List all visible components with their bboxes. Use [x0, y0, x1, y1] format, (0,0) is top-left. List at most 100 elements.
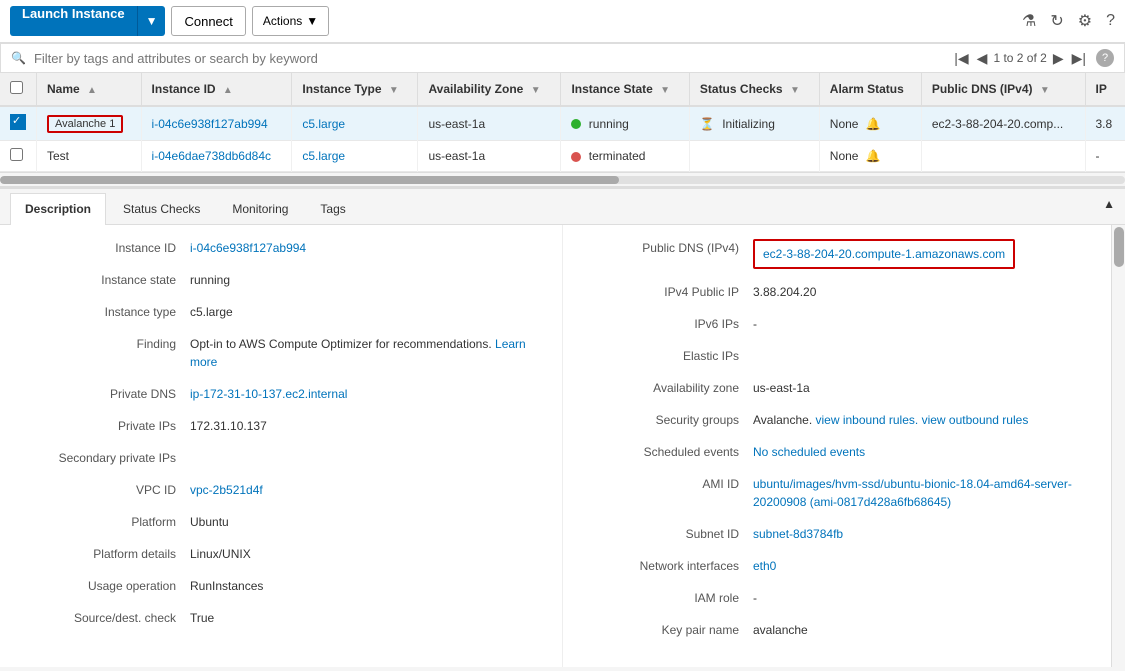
col-public-dns[interactable]: Public DNS (IPv4) ▼: [921, 73, 1085, 106]
detail-ipv6-row: IPv6 IPs -: [583, 315, 1105, 333]
source-dest-value: True: [190, 609, 542, 627]
detail-iam-role-row: IAM role -: [583, 589, 1105, 607]
col-instance-id[interactable]: Instance ID ▲: [141, 73, 292, 106]
settings-icon[interactable]: ⚙: [1078, 11, 1092, 31]
horizontal-scrollbar[interactable]: [0, 173, 1125, 187]
row-checkbox-1[interactable]: [0, 106, 37, 141]
row-type-2: c5.large: [292, 141, 418, 172]
public-dns-link[interactable]: ec2-3-88-204-20.compute-1.amazonaws.com: [763, 247, 1005, 261]
launch-instance-dropdown[interactable]: ▼: [138, 6, 166, 36]
detail-content: Instance ID i-04c6e938f127ab994 Instance…: [0, 225, 1125, 667]
security-outbound-link[interactable]: view outbound rules: [922, 413, 1029, 427]
row-name-2[interactable]: Test: [37, 141, 142, 172]
name-badge-1: Avalanche 1: [47, 115, 123, 133]
instance-type-link-1[interactable]: c5.large: [302, 117, 345, 131]
private-dns-link[interactable]: ip-172-31-10-137.ec2.internal: [190, 387, 347, 401]
public-dns-value: ec2-3-88-204-20.compute-1.amazonaws.com: [753, 239, 1105, 269]
search-input[interactable]: [34, 51, 944, 66]
page-prev-button[interactable]: ◀: [975, 50, 990, 67]
platform-value: Ubuntu: [190, 513, 542, 531]
search-help-icon[interactable]: ?: [1096, 49, 1114, 67]
search-bar: 🔍 |◀ ◀ 1 to 2 of 2 ▶ ▶| ?: [0, 43, 1125, 73]
vpc-id-link[interactable]: vpc-2b521d4f: [190, 483, 263, 497]
ipv6-label: IPv6 IPs: [583, 315, 753, 333]
ipv4-value: 3.88.204.20: [753, 283, 1105, 301]
row-instance-id-1[interactable]: i-04c6e938f127ab994: [141, 106, 292, 141]
iam-role-label: IAM role: [583, 589, 753, 607]
ami-id-label: AMI ID: [583, 475, 753, 493]
row-checkbox-2[interactable]: [0, 141, 37, 172]
alarm-icon-1: 🔔: [866, 117, 881, 131]
col-status-checks[interactable]: Status Checks ▼: [689, 73, 819, 106]
page-first-button[interactable]: |◀: [952, 50, 970, 67]
network-interfaces-link[interactable]: eth0: [753, 559, 776, 573]
tab-description[interactable]: Description: [10, 193, 106, 225]
col-ip[interactable]: IP: [1085, 73, 1125, 106]
instance-id-link[interactable]: i-04c6e938f127ab994: [190, 241, 306, 255]
finding-value: Opt-in to AWS Compute Optimizer for reco…: [190, 335, 542, 371]
instance-id-link-2[interactable]: i-04e6dae738db6d84c: [152, 149, 271, 163]
select-all-checkbox[interactable]: [0, 73, 37, 106]
detail-finding-row: Finding Opt-in to AWS Compute Optimizer …: [20, 335, 542, 371]
detail-left-column: Instance ID i-04c6e938f127ab994 Instance…: [0, 225, 562, 667]
launch-instance-main[interactable]: Launch Instance: [10, 6, 138, 36]
instance-type-link-2[interactable]: c5.large: [302, 149, 345, 163]
detail-ipv4-row: IPv4 Public IP 3.88.204.20: [583, 283, 1105, 301]
help-icon[interactable]: ?: [1106, 12, 1115, 30]
connect-button[interactable]: Connect: [171, 6, 245, 36]
table-row[interactable]: Test i-04e6dae738db6d84c c5.large us-eas…: [0, 141, 1125, 172]
detail-usage-operation-row: Usage operation RunInstances: [20, 577, 542, 595]
detail-instance-state-row: Instance state running: [20, 271, 542, 289]
row-name-1[interactable]: Avalanche 1: [37, 106, 142, 141]
row-dns-2: [921, 141, 1085, 172]
alarm-text-2: None: [830, 149, 859, 163]
detail-security-groups-row: Security groups Avalanche. view inbound …: [583, 411, 1105, 429]
actions-button[interactable]: Actions ▼: [252, 6, 329, 36]
row-type-1: c5.large: [292, 106, 418, 141]
security-group-name: Avalanche.: [753, 413, 812, 427]
collapse-icon[interactable]: ▲: [1103, 189, 1115, 224]
instance-id-link-1[interactable]: i-04c6e938f127ab994: [152, 117, 268, 131]
state-text-2: terminated: [589, 149, 646, 163]
col-availability-zone[interactable]: Availability Zone ▼: [418, 73, 561, 106]
page-last-button[interactable]: ▶|: [1070, 50, 1088, 67]
refresh-icon[interactable]: ↻: [1050, 11, 1063, 31]
col-name[interactable]: Name ▲: [37, 73, 142, 106]
platform-details-label: Platform details: [20, 545, 190, 563]
table-row[interactable]: Avalanche 1 i-04c6e938f127ab994 c5.large…: [0, 106, 1125, 141]
state-text-1: running: [589, 117, 629, 131]
usage-operation-value: RunInstances: [190, 577, 542, 595]
flask-icon[interactable]: ⚗: [1022, 11, 1036, 31]
vertical-scrollbar[interactable]: [1111, 225, 1125, 667]
state-dot-1: [571, 119, 581, 129]
subnet-id-link[interactable]: subnet-8d3784fb: [753, 527, 843, 541]
security-inbound-link[interactable]: view inbound rules.: [816, 413, 919, 427]
row-alarm-2: None 🔔: [819, 141, 921, 172]
scheduled-events-value: No scheduled events: [753, 443, 1105, 461]
launch-instance-button[interactable]: Launch Instance ▼: [10, 6, 165, 36]
az-label: Availability zone: [583, 379, 753, 397]
row-az-2: us-east-1a: [418, 141, 561, 172]
instance-state-value: running: [190, 271, 542, 289]
subnet-id-value: subnet-8d3784fb: [753, 525, 1105, 543]
tab-tags[interactable]: Tags: [305, 193, 360, 224]
col-alarm-status[interactable]: Alarm Status: [819, 73, 921, 106]
ami-id-link[interactable]: ubuntu/images/hvm-ssd/ubuntu-bionic-18.0…: [753, 477, 1072, 509]
pagination: |◀ ◀ 1 to 2 of 2 ▶ ▶|: [952, 50, 1088, 67]
row-dns-1: ec2-3-88-204-20.comp...: [921, 106, 1085, 141]
detail-instance-id-row: Instance ID i-04c6e938f127ab994: [20, 239, 542, 257]
alarm-text-1: None: [830, 117, 859, 131]
detail-private-ips-row: Private IPs 172.31.10.137: [20, 417, 542, 435]
private-ips-value: 172.31.10.137: [190, 417, 542, 435]
scheduled-events-link[interactable]: No scheduled events: [753, 445, 865, 459]
tab-monitoring[interactable]: Monitoring: [217, 193, 303, 224]
detail-instance-type-row: Instance type c5.large: [20, 303, 542, 321]
tab-status-checks[interactable]: Status Checks: [108, 193, 215, 224]
col-instance-type[interactable]: Instance Type ▼: [292, 73, 418, 106]
row-instance-id-2[interactable]: i-04e6dae738db6d84c: [141, 141, 292, 172]
col-instance-state[interactable]: Instance State ▼: [561, 73, 689, 106]
page-next-button[interactable]: ▶: [1051, 50, 1066, 67]
row-state-2: terminated: [561, 141, 689, 172]
private-dns-value: ip-172-31-10-137.ec2.internal: [190, 385, 542, 403]
actions-label: Actions: [263, 14, 302, 28]
